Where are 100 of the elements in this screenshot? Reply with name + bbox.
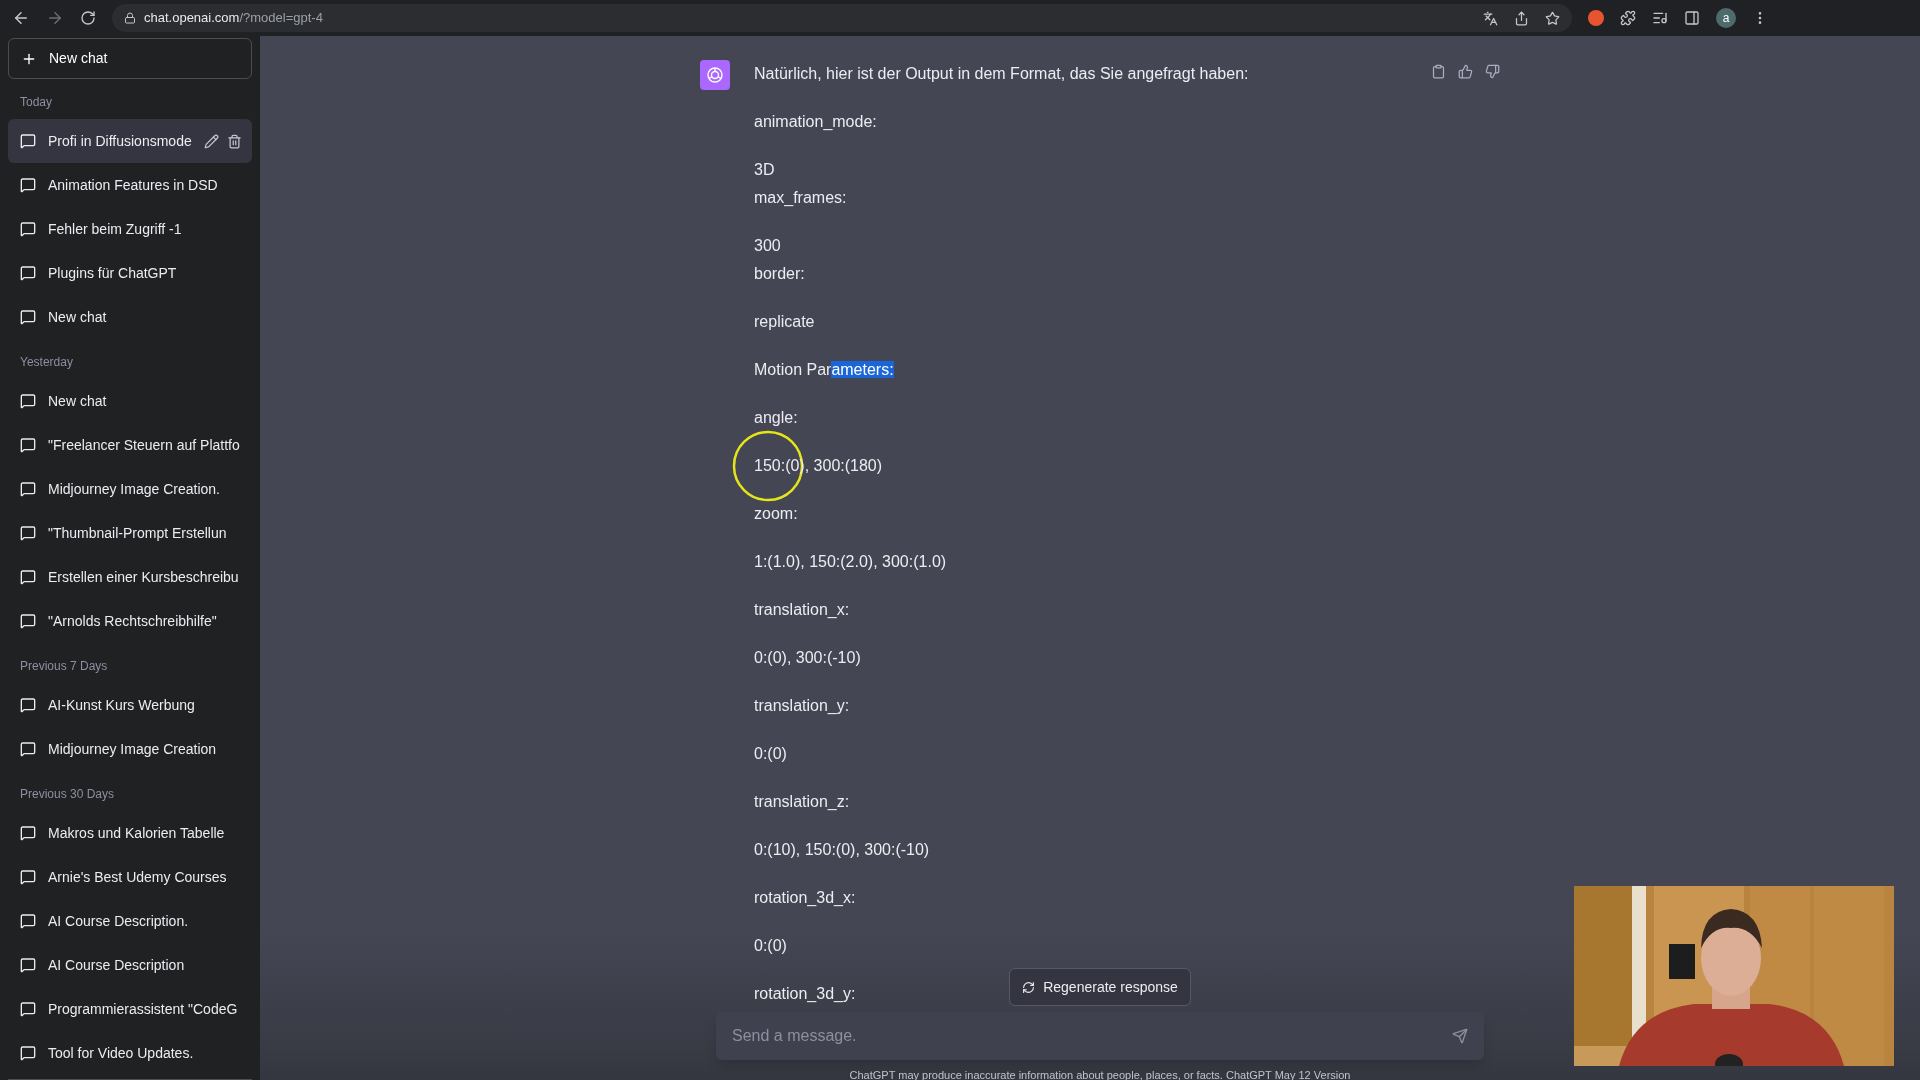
message-line: 1:(1.0), 150:(2.0), 300:(1.0) [754, 552, 947, 572]
message-line: 0:(10), 150:(0), 300:(-10) [754, 840, 930, 860]
chat-title: AI Course Description. [48, 911, 189, 931]
chat-bubble-icon [20, 957, 36, 973]
message-line: zoom: [754, 504, 798, 524]
message-line: rotation_3d_y: [754, 984, 856, 1004]
chat-bubble-icon [20, 1001, 36, 1017]
chat-item[interactable]: New chat [8, 379, 252, 423]
chat-bubble-icon [20, 741, 36, 757]
thumbs-up-icon[interactable] [1458, 64, 1473, 79]
profile-avatar[interactable]: a [1716, 8, 1736, 28]
send-icon[interactable] [1452, 1028, 1468, 1044]
chat-title: Programmierassistent "CodeG [48, 999, 238, 1019]
chat-item[interactable]: Plugins für ChatGPT [8, 251, 252, 295]
chat-bubble-icon [20, 569, 36, 585]
chat-bubble-icon [20, 393, 36, 409]
message-line: rotation_3d_x: [754, 888, 856, 908]
chat-title: Makros und Kalorien Tabelle [48, 823, 225, 843]
chat-item[interactable]: Animation Features in DSD [8, 163, 252, 207]
chat-bubble-icon [20, 697, 36, 713]
chat-item[interactable]: Tool for Video Updates. [8, 1031, 252, 1075]
message-line: angle: [754, 408, 798, 428]
chat-bubble-icon [20, 613, 36, 629]
chat-title: "Arnolds Rechtschreibhilfe" [48, 611, 217, 631]
chat-title: Erstellen einer Kursbeschreibu [48, 567, 239, 587]
chat-bubble-icon [20, 869, 36, 885]
message-line: Motion Parameters: [754, 360, 894, 380]
thumbs-down-icon[interactable] [1485, 64, 1500, 79]
message-line: 0:(0) [754, 744, 787, 764]
chat-item[interactable]: Arnie's Best Udemy Courses [8, 855, 252, 899]
message-line: max_frames: [754, 188, 847, 208]
chat-title: "Thumbnail-Prompt Erstellun [48, 523, 227, 543]
chat-item[interactable]: "Thumbnail-Prompt Erstellun [8, 511, 252, 555]
edit-icon[interactable] [203, 133, 219, 149]
refresh-icon [1022, 980, 1036, 994]
chat-item[interactable]: AI-Kunst Kurs Werbung [8, 683, 252, 727]
chat-title: "Freelancer Steuern auf Plattfo [48, 435, 240, 455]
chat-title: Midjourney Image Creation [48, 739, 217, 759]
chat-bubble-icon [20, 265, 36, 281]
chat-bubble-icon [20, 221, 36, 237]
chat-item[interactable]: AI Course Description [8, 943, 252, 987]
regenerate-button[interactable]: Regenerate response [1009, 968, 1191, 1006]
chat-item[interactable]: Makros und Kalorien Tabelle [8, 811, 252, 855]
chat-title: New chat [48, 307, 107, 327]
share-icon[interactable] [1514, 10, 1529, 26]
chat-item[interactable]: Fehler beim Zugriff -1 [8, 207, 252, 251]
chat-bubble-icon [20, 913, 36, 929]
chat-bubble-icon [20, 309, 36, 325]
chat-bubble-icon [20, 133, 36, 149]
chat-title: Profi in Diffusionsmode [48, 131, 192, 151]
chat-title: Midjourney Image Creation. [48, 479, 220, 499]
message-line: 3D [754, 160, 775, 180]
chat-item[interactable]: Profi in Diffusionsmode [8, 119, 252, 163]
side-panel-icon[interactable] [1684, 10, 1700, 26]
chat-item[interactable]: "Freelancer Steuern auf Plattfo [8, 423, 252, 467]
chat-item[interactable]: AI Course Description. [8, 899, 252, 943]
chat-title: New chat [48, 391, 107, 411]
back-icon[interactable] [12, 9, 30, 27]
reload-icon[interactable] [80, 10, 96, 26]
message-line: 0:(0) [754, 936, 787, 956]
chat-item[interactable]: Programmierassistent "CodeG [8, 987, 252, 1031]
chat-bubble-icon [20, 437, 36, 453]
message-line: 300 [754, 236, 781, 256]
chat-item[interactable]: New chat [8, 295, 252, 339]
chat-bubble-icon [20, 1045, 36, 1061]
chat-item[interactable]: Midjourney Image Creation. [8, 467, 252, 511]
media-icon[interactable] [1652, 10, 1668, 26]
translate-icon[interactable] [1483, 10, 1498, 26]
extension-icon[interactable] [1588, 10, 1604, 26]
chat-title: AI Course Description [48, 955, 185, 975]
chat-item[interactable]: Erstellen einer Kursbeschreibu [8, 555, 252, 599]
message-line: replicate [754, 312, 815, 332]
message-line: translation_x: [754, 600, 850, 620]
chat-bubble-icon [20, 825, 36, 841]
copy-icon[interactable] [1431, 64, 1446, 79]
message-line: animation_mode: [754, 112, 877, 132]
message-line: border: [754, 264, 805, 284]
chat-item[interactable]: Midjourney Image Creation [8, 727, 252, 771]
section-label: Previous 7 Days [19, 658, 109, 675]
message-text: Natürlich, hier ist der Output in dem Format, das Sie angefragt haben: [754, 64, 1249, 84]
delete-icon[interactable] [226, 133, 242, 149]
message-input[interactable]: Send a message. [716, 1012, 1484, 1060]
chat-bubble-icon [20, 177, 36, 193]
chat-bubble-icon [20, 525, 36, 541]
chat-title: AI-Kunst Kurs Werbung [48, 695, 195, 715]
star-icon[interactable] [1545, 10, 1560, 26]
forward-icon[interactable] [46, 9, 64, 27]
new-chat-button[interactable]: New chat [8, 38, 252, 79]
chat-bubble-icon [20, 481, 36, 497]
address-bar[interactable]: chat.openai.com/?model=gpt-4 [112, 4, 1572, 32]
chat-title: Tool for Video Updates. [48, 1043, 194, 1063]
chat-title: Plugins für ChatGPT [48, 263, 177, 283]
section-label: Today [19, 94, 54, 111]
chat-title: Animation Features in DSD [48, 175, 218, 195]
message-line: 0:(0), 300:(-10) [754, 648, 861, 668]
message-line: translation_z: [754, 792, 850, 812]
extensions-icon[interactable] [1620, 10, 1636, 26]
lock-icon [124, 12, 136, 24]
chat-item[interactable]: "Arnolds Rechtschreibhilfe" [8, 599, 252, 643]
chat-title: Arnie's Best Udemy Courses [48, 867, 227, 887]
